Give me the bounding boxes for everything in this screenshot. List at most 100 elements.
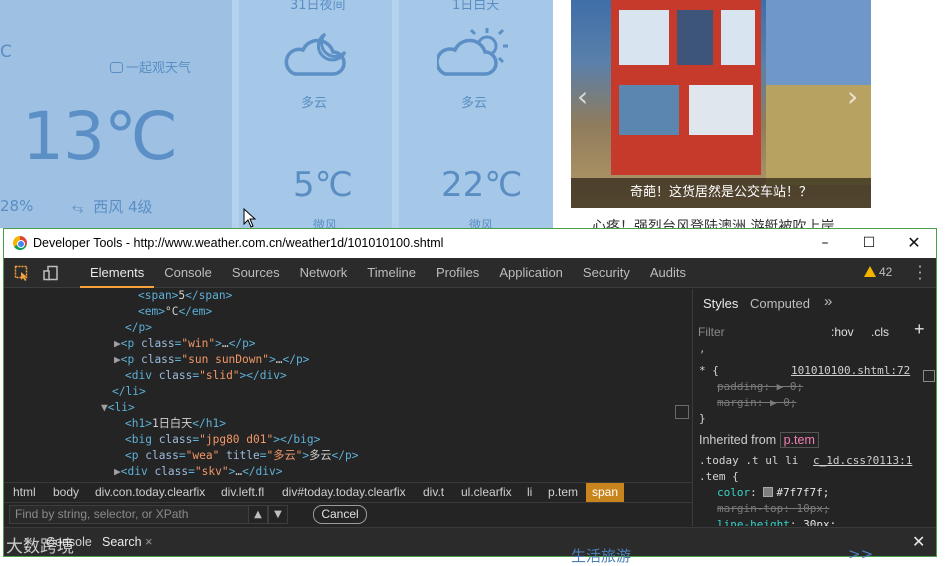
rule-source-link[interactable]: 101010100.shtml:72 xyxy=(791,363,910,379)
date-label: 31日夜间 xyxy=(290,0,346,13)
warning-counter[interactable]: 42 xyxy=(864,265,892,279)
weather-today-column: C 一起观天气 13℃ 28% ⥃ 西风 4级 xyxy=(0,0,232,228)
scroll-marker xyxy=(923,370,935,382)
devtools-toolbar: Elements Console Sources Network Timelin… xyxy=(4,258,936,288)
more-link[interactable]: >> xyxy=(848,545,873,563)
partial-unit: C xyxy=(0,42,12,62)
find-input[interactable]: Find by string, selector, or XPath xyxy=(9,505,249,524)
rule-selector: .today .t ul li xyxy=(699,454,799,467)
dom-node[interactable]: <big class="jpg80 d01"></big> xyxy=(125,432,320,448)
scroll-marker xyxy=(675,405,689,419)
crumb-div-left[interactable]: div.left.fl xyxy=(217,483,268,502)
more-tabs-icon[interactable]: » xyxy=(824,293,832,310)
partly-cloudy-icon xyxy=(437,28,508,76)
tab-audits[interactable]: Audits xyxy=(640,258,696,288)
styles-filter: Filter :hov .cls + xyxy=(693,319,936,343)
tab-application[interactable]: Application xyxy=(489,258,573,288)
crumb-ul[interactable]: ul.clearfix xyxy=(457,483,516,502)
color-swatch[interactable] xyxy=(763,487,774,497)
crumb-div-today[interactable]: div#today.today.clearfix xyxy=(278,483,410,502)
crumb-div-t[interactable]: div.t xyxy=(419,483,448,502)
wind-icon: ⥃ xyxy=(72,200,84,216)
cloudy-night-icon xyxy=(284,32,347,76)
minimize-icon[interactable]: – xyxy=(805,231,845,255)
window-titlebar[interactable]: Developer Tools - http://www.weather.com… xyxy=(4,229,936,258)
crumb-p-tem[interactable]: p.tem xyxy=(544,483,582,502)
devtools-window: Developer Tools - http://www.weather.com… xyxy=(3,228,937,557)
next-arrow-icon[interactable]: › xyxy=(847,80,858,113)
tab-styles[interactable]: Styles xyxy=(703,296,738,311)
chat-icon xyxy=(110,62,123,73)
drawer-bar: ⋮ Console Search × ✕ xyxy=(4,527,936,556)
section-title[interactable]: 生活旅游 xyxy=(571,545,631,566)
crumb-body[interactable]: body xyxy=(49,483,83,502)
weather-desc: 多云 xyxy=(301,96,328,111)
tab-security[interactable]: Security xyxy=(573,258,640,288)
prev-arrow-icon[interactable]: ‹ xyxy=(577,80,588,113)
hov-toggle[interactable]: :hov xyxy=(831,325,854,339)
dom-node[interactable]: ▶<p class="sun sunDown">…</p> xyxy=(114,352,309,368)
dom-node[interactable]: <span>5</span> xyxy=(138,289,232,304)
weather-desc: 多云 xyxy=(461,96,488,111)
dom-node[interactable]: </p> xyxy=(125,320,152,336)
css-property[interactable]: color: #7f7f7f; xyxy=(717,485,829,501)
weather-panel: C 一起观天气 13℃ 28% ⥃ 西风 4级 31日夜间 多云 5℃ 微风 1日… xyxy=(0,0,553,232)
dom-node[interactable]: <h1>1日白天</h1> xyxy=(125,416,226,432)
bus-stop-image xyxy=(611,0,761,175)
weather-tomorrow-column: 1日白天 多云 22℃ 微风 xyxy=(399,0,553,232)
cancel-button[interactable]: Cancel xyxy=(313,505,367,524)
close-drawer-icon[interactable]: ✕ xyxy=(912,532,925,552)
css-property[interactable]: margin-top: 10px; xyxy=(717,501,830,517)
drawer-tab-search[interactable]: Search × xyxy=(102,535,152,549)
crumb-li[interactable]: li xyxy=(523,483,536,502)
crumb-html[interactable]: html xyxy=(9,483,40,502)
crumb-span[interactable]: span xyxy=(586,483,625,502)
tab-sources[interactable]: Sources xyxy=(222,258,290,288)
close-icon[interactable]: ✕ xyxy=(894,231,934,255)
warning-icon xyxy=(864,266,876,277)
panel-tabs: Elements Console Sources Network Timelin… xyxy=(80,258,696,288)
window-title: Developer Tools - http://www.weather.com… xyxy=(33,236,444,250)
humidity: 28% xyxy=(0,197,34,215)
dom-node[interactable]: ▼<li> xyxy=(101,400,135,416)
tab-network[interactable]: Network xyxy=(290,258,358,288)
dom-node[interactable]: </li> xyxy=(112,384,146,400)
dom-node[interactable]: <em>°C</em> xyxy=(138,304,212,320)
styles-tabs: Styles Computed » xyxy=(693,289,936,317)
crumb-div-con[interactable]: div.con.today.clearfix xyxy=(91,483,209,502)
tab-elements[interactable]: Elements xyxy=(80,258,155,288)
dom-node[interactable]: <p class="wea" title="多云">多云</p> xyxy=(125,448,358,464)
current-temp: 13℃ xyxy=(22,98,178,175)
photo-caption[interactable]: 奇葩！这货居然是公交车站！？ xyxy=(571,178,871,208)
css-property[interactable]: margin: ▶ 0; xyxy=(717,395,797,411)
css-property[interactable]: line-height: 30px; xyxy=(717,517,836,526)
tab-console[interactable]: Console xyxy=(154,258,222,288)
dom-node[interactable]: <div class="slid"></div> xyxy=(125,368,287,384)
tab-timeline[interactable]: Timeline xyxy=(357,258,426,288)
cls-toggle[interactable]: .cls xyxy=(871,325,889,339)
rule-source-link[interactable]: c_1d.css?0113:1 xyxy=(813,453,912,469)
css-property[interactable]: padding: ▶ 0; xyxy=(717,379,803,395)
dom-node[interactable]: ▶<div class="skv">…</div> xyxy=(114,464,282,480)
close-tab-icon[interactable]: × xyxy=(145,535,152,549)
find-next-icon[interactable]: ▼ xyxy=(268,505,288,524)
new-rule-icon[interactable]: + xyxy=(914,319,925,340)
dom-node[interactable]: ▶<p class="win">…</p> xyxy=(114,336,256,352)
watermark: 大数跨境 xyxy=(6,537,74,557)
find-bar: Find by string, selector, or XPath ▲ ▼ C… xyxy=(4,502,692,526)
inspect-element-icon[interactable] xyxy=(14,265,30,281)
column-divider xyxy=(232,0,239,228)
feedback-link[interactable]: 一起观天气 xyxy=(110,57,191,76)
inherited-node-link[interactable]: p.tem xyxy=(779,432,819,448)
chrome-logo-icon xyxy=(13,236,27,250)
tab-computed[interactable]: Computed xyxy=(750,296,810,311)
more-options-icon[interactable]: · · · xyxy=(916,260,924,287)
find-prev-icon[interactable]: ▲ xyxy=(248,505,268,524)
news-photo[interactable]: ‹ › 奇葩！这货居然是公交车站！？ xyxy=(571,0,871,208)
filter-input[interactable]: Filter xyxy=(698,325,725,339)
device-mode-icon[interactable] xyxy=(43,265,59,281)
dom-tree[interactable]: <span>5</span> <em>°C</em> </p> ▶<p clas… xyxy=(4,289,690,482)
maximize-icon[interactable]: ☐ xyxy=(849,231,889,255)
weather-tonight-column: 31日夜间 多云 5℃ 微风 xyxy=(239,0,392,232)
tab-profiles[interactable]: Profiles xyxy=(426,258,489,288)
